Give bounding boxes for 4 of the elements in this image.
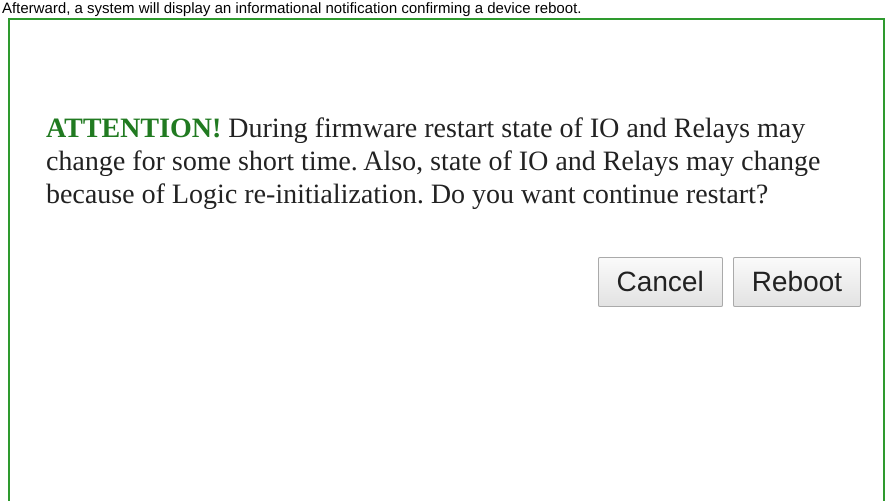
dialog-button[interactable]: Cancel [598,257,723,307]
dialog-button[interactable]: Reboot [732,257,861,307]
warning-message: ATTENTION! During firmware restart state of IO and Relays may change for some short time. Also, state of IO and Relays may change because of Logic re-initialization. Do you want continue restart? [46,112,822,211]
caption-text: Afterward, a system will display an informational notification confirming a device reboot. [1,0,582,18]
